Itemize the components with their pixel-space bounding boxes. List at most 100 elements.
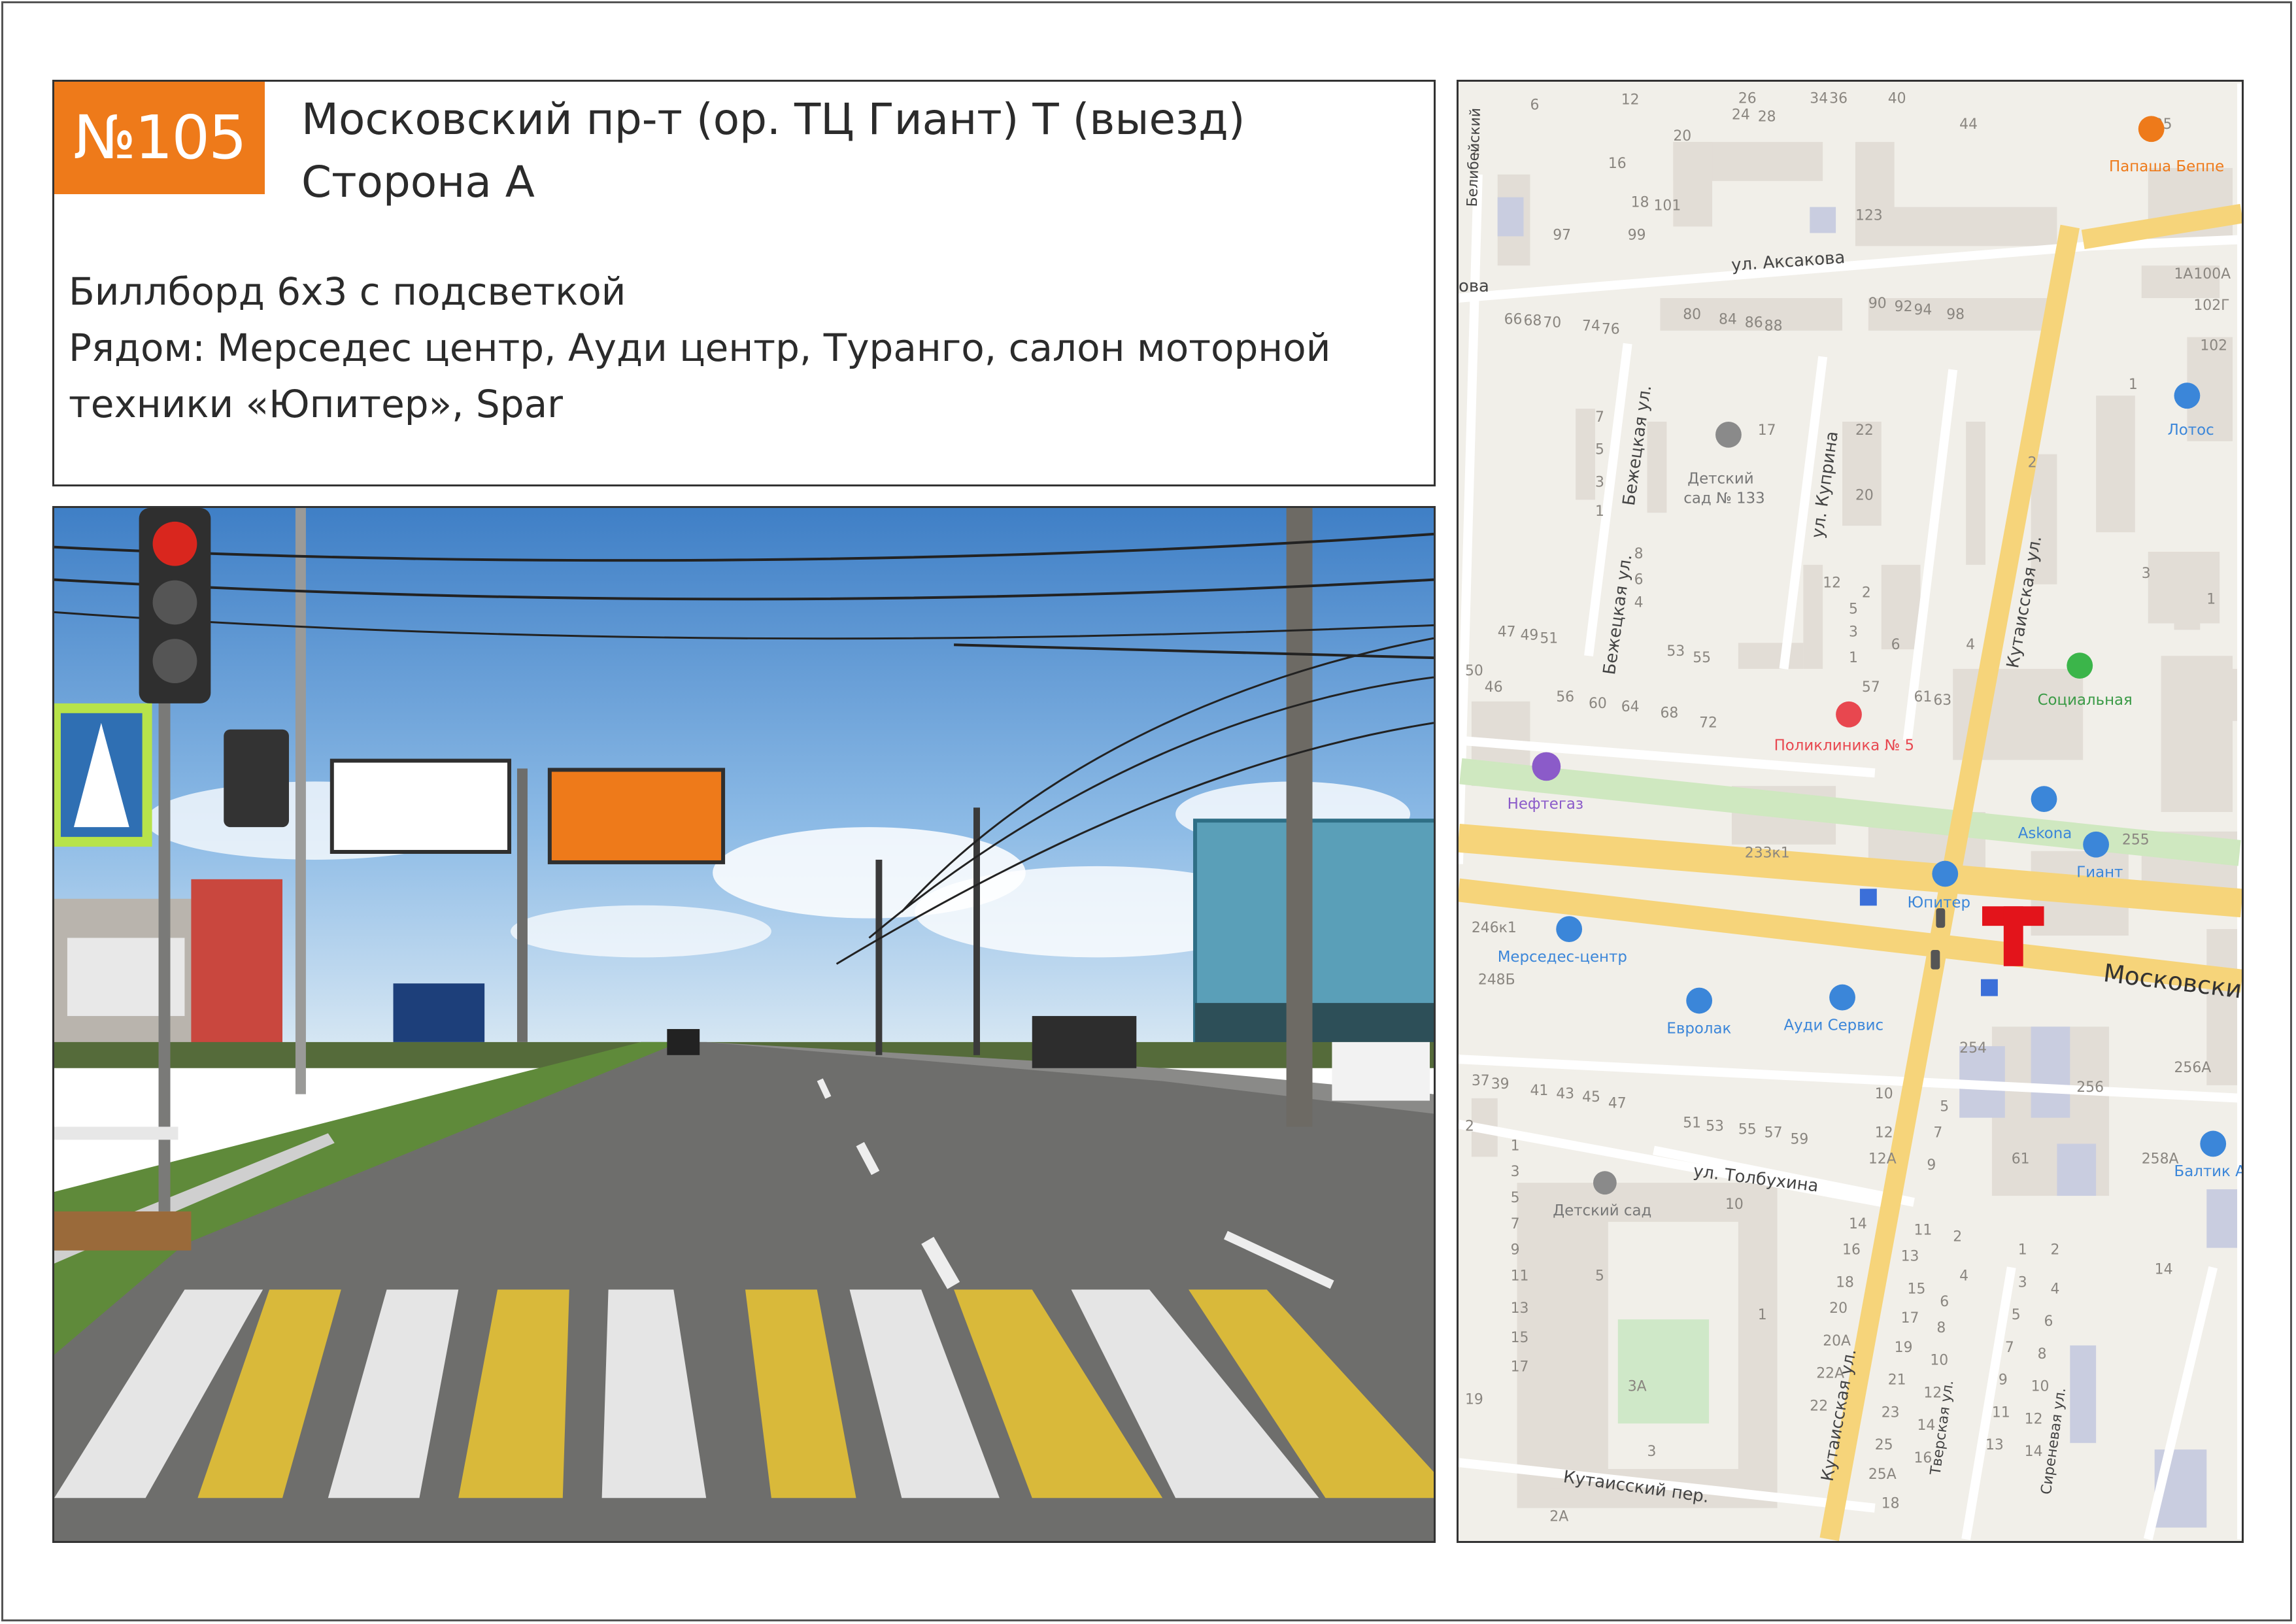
title-line-1: Московский пр-т (ор. ТЦ Гиант) Т (выезд) — [301, 94, 1245, 144]
svg-text:6: 6 — [1530, 97, 1539, 113]
svg-text:17: 17 — [1901, 1310, 1919, 1327]
svg-text:3: 3 — [1511, 1164, 1520, 1180]
giant-icon — [2083, 831, 2110, 858]
clinic-icon — [1836, 701, 1862, 728]
svg-text:14: 14 — [2025, 1444, 2043, 1460]
svg-text:18: 18 — [1836, 1274, 1854, 1291]
svg-text:7: 7 — [1511, 1216, 1520, 1232]
svg-text:84: 84 — [1719, 312, 1737, 328]
svg-text:5: 5 — [1511, 1190, 1520, 1206]
svg-text:34: 34 — [1810, 90, 1828, 107]
map-canvas: 2612 262428 343640 44125 201618 10112397… — [1459, 83, 2242, 1541]
svg-text:100А: 100А — [2193, 266, 2231, 282]
svg-text:61: 61 — [1914, 689, 1933, 705]
svg-text:2: 2 — [2050, 1242, 2059, 1259]
svg-text:76: 76 — [1602, 322, 1620, 338]
svg-text:55: 55 — [1693, 650, 1711, 666]
svg-text:15: 15 — [1908, 1281, 1926, 1297]
svg-text:9: 9 — [1999, 1372, 2008, 1389]
svg-text:40: 40 — [1888, 90, 1906, 107]
svg-text:17: 17 — [1758, 422, 1776, 439]
svg-text:12: 12 — [1875, 1125, 1893, 1142]
svg-text:4: 4 — [2050, 1281, 2059, 1297]
svg-text:10: 10 — [1875, 1086, 1893, 1102]
svg-text:36: 36 — [1829, 90, 1848, 107]
svg-text:1: 1 — [2018, 1242, 2027, 1259]
svg-text:94: 94 — [1914, 302, 1933, 318]
billboard-side-a — [547, 768, 726, 864]
svg-text:12: 12 — [1823, 575, 1841, 592]
svg-text:70: 70 — [1543, 315, 1561, 331]
svg-text:23: 23 — [1882, 1404, 1900, 1421]
svg-text:16: 16 — [1608, 156, 1627, 172]
description-line-1: Биллборд 6х3 с подсветкой — [69, 269, 626, 314]
bus-stop-icon — [1859, 888, 1877, 906]
svg-text:20: 20 — [1855, 487, 1874, 503]
poi-neftegaz-label: Нефтегаз — [1508, 796, 1583, 813]
svg-text:7: 7 — [2005, 1340, 2014, 1356]
jupiter-icon — [1932, 860, 1959, 887]
svg-text:1: 1 — [1849, 650, 1858, 666]
svg-text:47: 47 — [1608, 1096, 1627, 1112]
svg-text:17: 17 — [1511, 1359, 1529, 1376]
svg-text:4: 4 — [1959, 1268, 1968, 1284]
poi-lotos-label: Лотос — [2168, 422, 2214, 439]
baltika-icon — [2200, 1130, 2227, 1157]
poi-askona-label: Askona — [2018, 825, 2072, 842]
street-bezhetskaya-2: Бежецкая ул. — [1600, 553, 1636, 676]
svg-text:2А: 2А — [1549, 1509, 1568, 1525]
svg-text:6: 6 — [2044, 1313, 2053, 1330]
svg-text:88: 88 — [1764, 318, 1783, 335]
svg-text:14: 14 — [2155, 1261, 2173, 1277]
street-photo — [52, 506, 1436, 1543]
svg-text:74: 74 — [1582, 318, 1600, 335]
svg-text:90: 90 — [1868, 296, 1887, 312]
billboard-side-b — [329, 758, 512, 854]
svg-text:97: 97 — [1553, 227, 1571, 243]
title-line-2: Сторона А — [301, 157, 535, 207]
svg-text:254: 254 — [1959, 1040, 1987, 1057]
svg-text:18: 18 — [1882, 1496, 1900, 1512]
svg-text:5: 5 — [1595, 442, 1604, 458]
svg-text:28: 28 — [1758, 109, 1776, 125]
svg-text:59: 59 — [1790, 1131, 1808, 1147]
svg-text:51: 51 — [1683, 1115, 1701, 1132]
restaurant-icon — [2138, 116, 2165, 143]
askona-icon — [2031, 786, 2057, 812]
svg-text:5: 5 — [1849, 601, 1858, 618]
svg-text:11: 11 — [1914, 1223, 1933, 1239]
svg-text:5: 5 — [1940, 1099, 1949, 1115]
svg-text:10: 10 — [1930, 1353, 1948, 1369]
svg-text:1: 1 — [1595, 503, 1604, 520]
svg-text:22: 22 — [1810, 1398, 1828, 1414]
svg-text:3: 3 — [1647, 1444, 1657, 1460]
poi-kindergarten133-label-1: Детский — [1687, 471, 1753, 488]
svg-text:256: 256 — [2076, 1079, 2104, 1096]
svg-text:37: 37 — [1472, 1073, 1490, 1089]
svg-text:3А: 3А — [1628, 1379, 1647, 1395]
svg-text:11: 11 — [1511, 1268, 1529, 1284]
svg-text:43: 43 — [1556, 1086, 1574, 1102]
svg-text:1А: 1А — [2174, 266, 2193, 282]
svg-text:7: 7 — [1595, 409, 1604, 426]
poi-audi-label: Ауди Сервис — [1784, 1017, 1884, 1034]
svg-text:72: 72 — [1699, 715, 1717, 732]
info-card: №105 Московский пр-т (ор. ТЦ Гиант) Т (в… — [52, 80, 1436, 486]
svg-text:19: 19 — [1895, 1340, 1913, 1356]
svg-text:51: 51 — [1540, 630, 1558, 647]
poi-kindergarten-label: Детский сад — [1553, 1202, 1651, 1219]
svg-text:98: 98 — [1946, 307, 1965, 323]
gas-station-icon — [1532, 752, 1561, 781]
svg-text:66: 66 — [1504, 312, 1523, 328]
street-sirenevaya: Сиреневая ул. — [2038, 1387, 2070, 1496]
svg-text:2: 2 — [1953, 1229, 1962, 1245]
svg-text:3: 3 — [1595, 474, 1604, 490]
svg-text:18: 18 — [1631, 195, 1649, 211]
svg-text:7: 7 — [1933, 1125, 1942, 1142]
svg-text:12: 12 — [2025, 1411, 2043, 1427]
svg-text:20: 20 — [1673, 128, 1691, 144]
svg-text:13: 13 — [1901, 1249, 1919, 1265]
svg-text:92: 92 — [1895, 299, 1913, 315]
svg-text:6: 6 — [1940, 1294, 1949, 1310]
svg-text:5: 5 — [1595, 1268, 1604, 1284]
